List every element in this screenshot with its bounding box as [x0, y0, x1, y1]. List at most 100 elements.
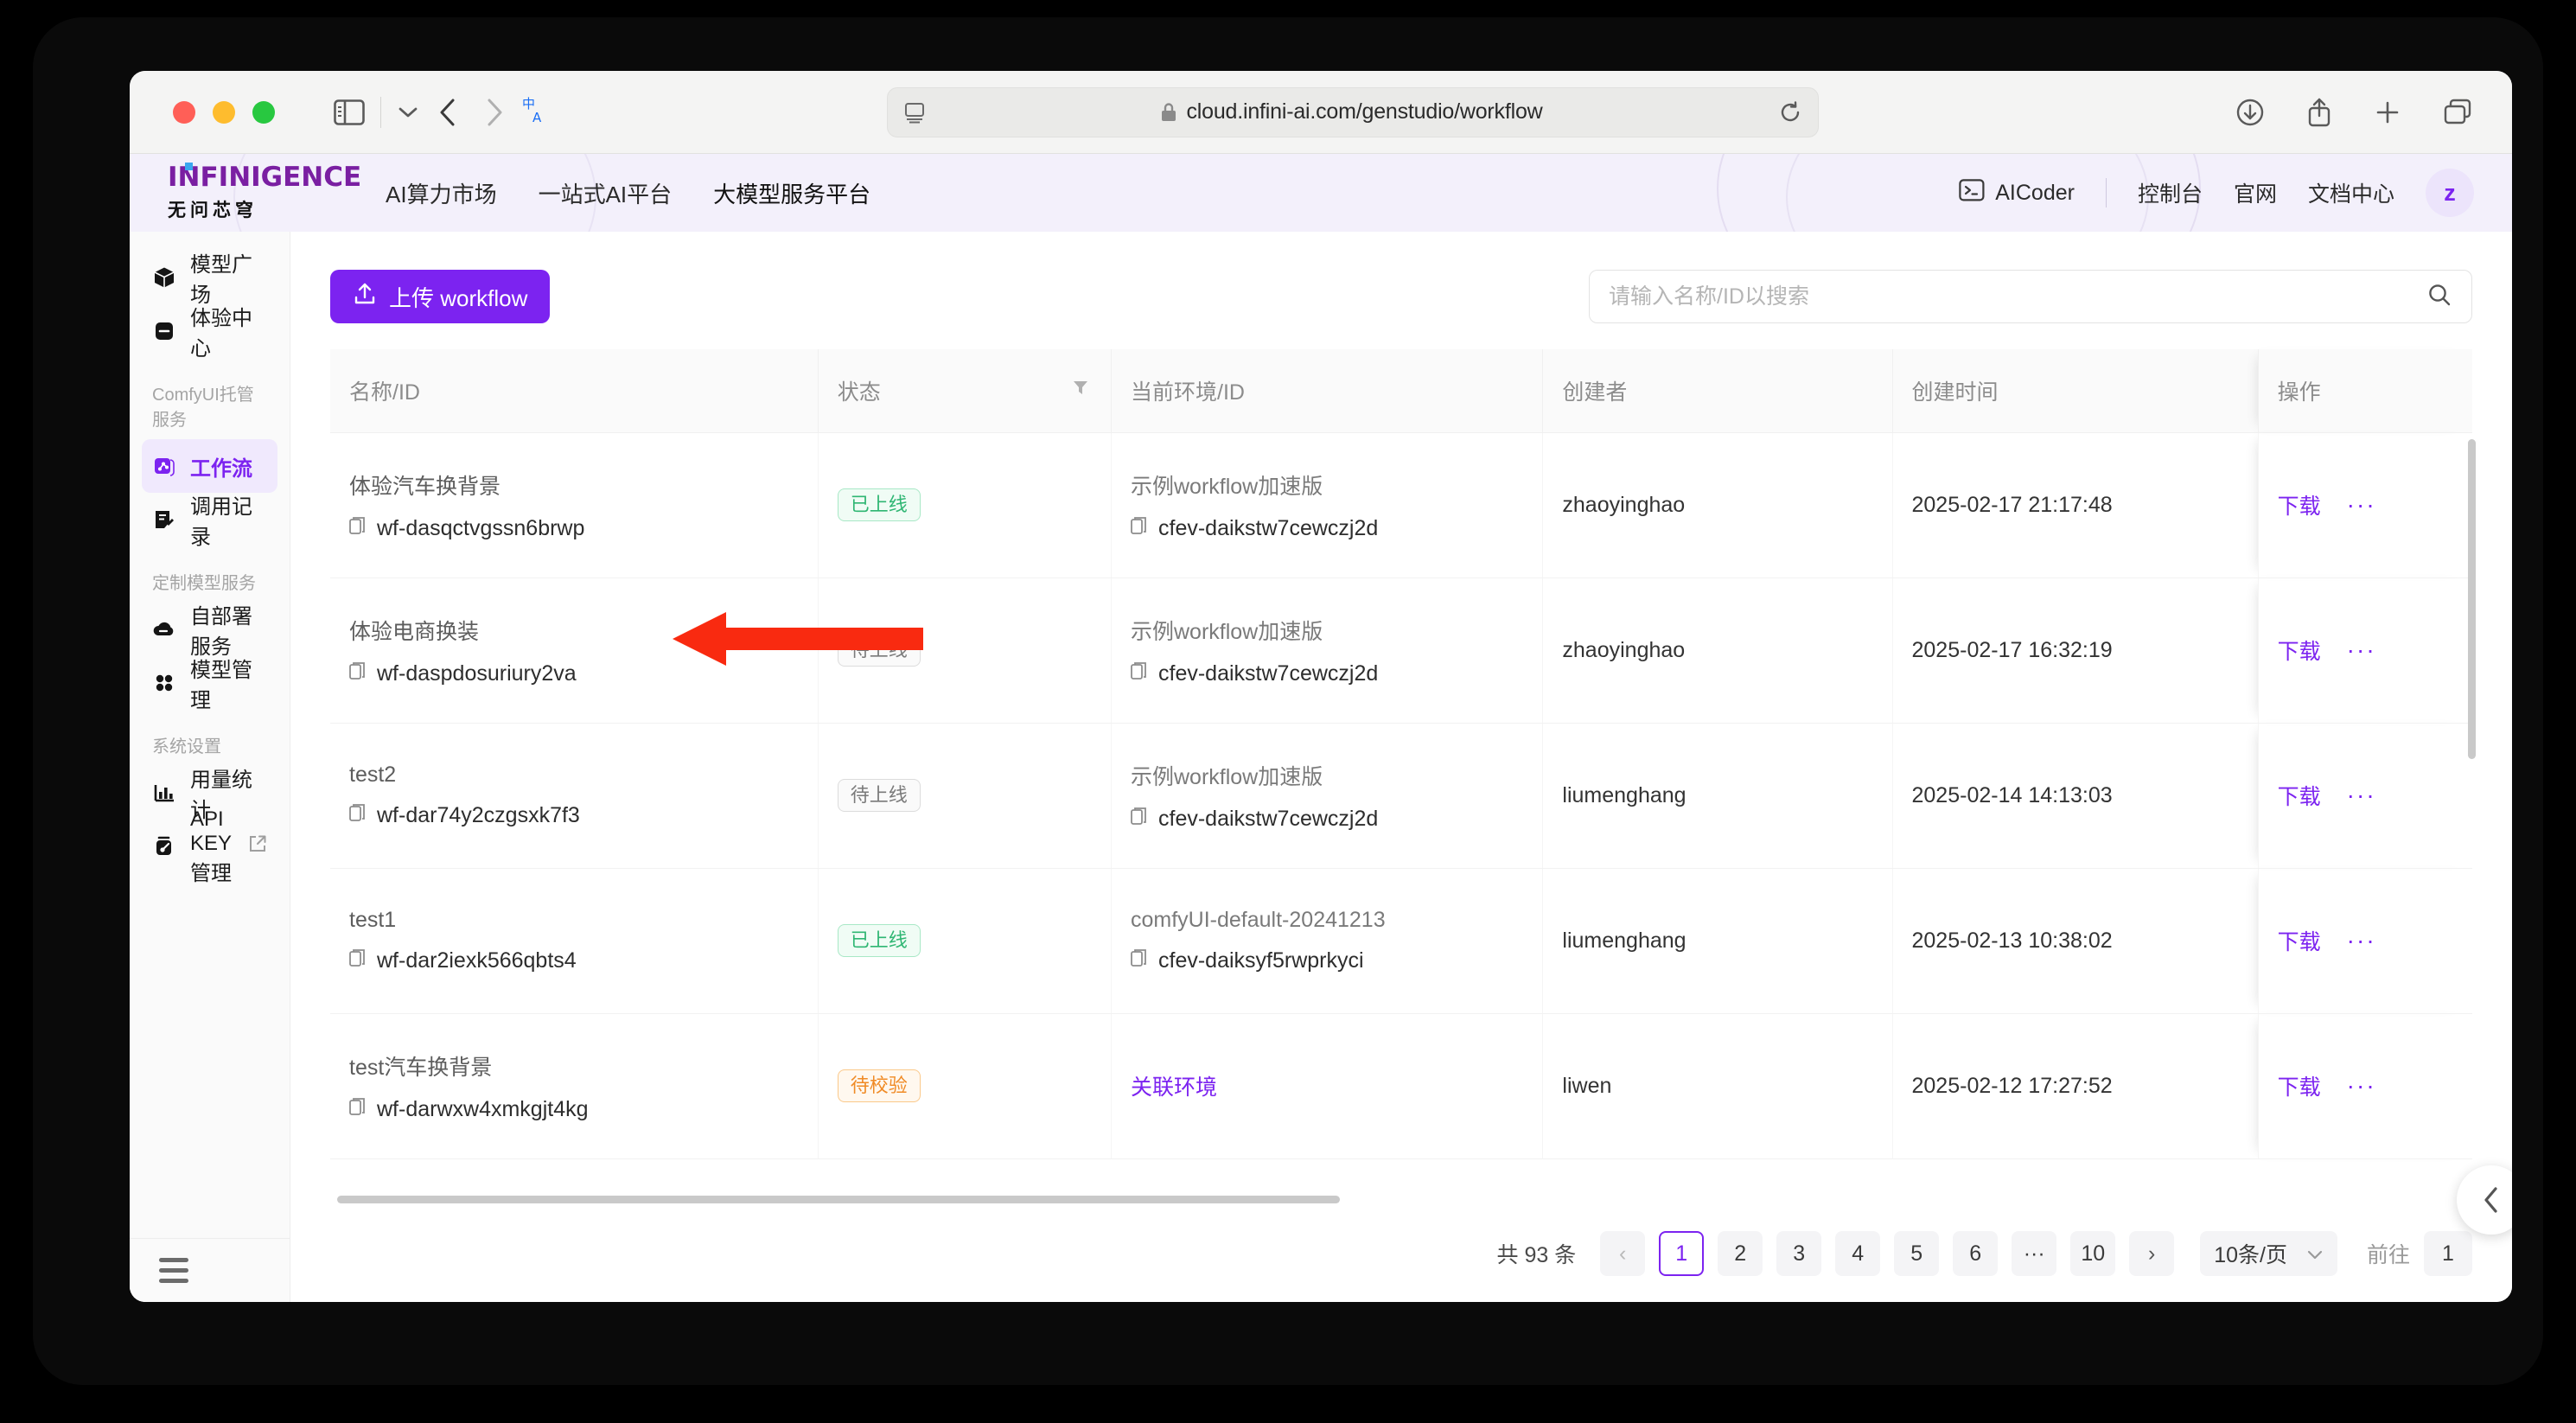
top-navigation: AI算力市场 一站式AI平台 大模型服务平台 [386, 169, 870, 218]
reader-view-icon[interactable] [903, 101, 926, 124]
copy-icon[interactable] [349, 803, 368, 828]
workflow-table-container: 名称/ID 状态 当前环境/ID 创建者 创建时间 操作 体验汽车换背景 wf-… [330, 349, 2476, 1209]
pagination-page-6[interactable]: 6 [1953, 1231, 1999, 1276]
brand-logo[interactable]: INFINIGENCE 无问芯穹 [168, 162, 361, 222]
nav-item-compute-market[interactable]: AI算力市场 [386, 169, 497, 218]
table-row[interactable]: test2 wf-dar74y2czgsxk7f3 待上线 示例workflow… [330, 723, 2472, 869]
copy-icon[interactable] [349, 516, 368, 541]
sidebar-item-call-records[interactable]: 调用记录 [142, 493, 277, 549]
workflow-name: 体验电商换装 [349, 619, 480, 644]
search-input[interactable] [1609, 284, 2426, 309]
sidebar-toggle-icon[interactable] [334, 99, 365, 125]
cell-creator: liumenghang [1542, 868, 1893, 1014]
minimize-window-button[interactable] [213, 100, 235, 124]
url-text-group: cloud.infini-ai.com/genstudio/workflow [926, 99, 1778, 124]
plus-icon[interactable] [2374, 99, 2401, 126]
pagination-page-3[interactable]: 3 [1776, 1231, 1822, 1276]
download-action[interactable]: 下载 [2278, 925, 2321, 956]
pagination-page-1[interactable]: 1 [1659, 1231, 1705, 1276]
cell-created-time: 2025-02-12 17:27:52 [1892, 1013, 2259, 1159]
more-actions-button[interactable]: ··· [2347, 782, 2376, 807]
nav-item-ai-platform[interactable]: 一站式AI平台 [539, 169, 673, 218]
sidebar-item-model-plaza[interactable]: 模型广场 [142, 251, 277, 307]
window-controls[interactable] [173, 100, 275, 124]
environment-name: 示例workflow加速版 [1131, 474, 1323, 499]
logo-accent-dot [185, 162, 193, 170]
chevron-down-icon [2306, 1241, 2324, 1267]
header-divider [2105, 178, 2107, 207]
download-action[interactable]: 下载 [2278, 489, 2321, 520]
back-arrow-icon[interactable] [438, 98, 457, 127]
maximize-window-button[interactable] [252, 100, 275, 124]
environment-name: 示例workflow加速版 [1131, 619, 1323, 644]
downloads-icon[interactable] [2235, 98, 2265, 127]
more-actions-button[interactable]: ··· [2347, 492, 2376, 516]
header-link-console[interactable]: 控制台 [2138, 177, 2203, 208]
horizontal-scrollbar[interactable] [337, 1196, 1340, 1203]
download-action[interactable]: 下载 [2278, 635, 2321, 666]
translate-icon[interactable]: 中A [521, 95, 551, 129]
download-action[interactable]: 下载 [2278, 1070, 2321, 1101]
associate-environment-link[interactable]: 关联环境 [1131, 1075, 1217, 1100]
copy-icon[interactable] [1131, 948, 1150, 973]
page-size-select[interactable]: 10条/页 [2200, 1231, 2337, 1276]
app-body: 模型广场 体验中心 ComfyUI托管服务 工作流 调用记录 定制模型服务 自部… [130, 232, 2512, 1302]
copy-icon[interactable] [1131, 516, 1150, 541]
reload-icon[interactable] [1778, 100, 1802, 124]
pagination-prev[interactable]: ‹ [1600, 1231, 1646, 1276]
table-row[interactable]: test1 wf-dar2iexk566qbts4 已上线 comfyUI-de… [330, 868, 2472, 1014]
workflow-table: 名称/ID 状态 当前环境/ID 创建者 创建时间 操作 体验汽车换背景 wf-… [330, 349, 2472, 1159]
tab-overview-icon[interactable] [2443, 99, 2472, 126]
cell-creator: liwen [1542, 1013, 1893, 1159]
forward-arrow-icon[interactable] [485, 98, 504, 127]
chevron-down-icon[interactable] [397, 105, 419, 120]
pagination-page-4[interactable]: 4 [1835, 1231, 1881, 1276]
nav-item-model-service-platform[interactable]: 大模型服务平台 [713, 169, 870, 218]
share-icon[interactable] [2306, 97, 2332, 128]
copy-icon[interactable] [1131, 807, 1150, 832]
copy-icon[interactable] [349, 948, 368, 973]
table-row[interactable]: 体验汽车换背景 wf-dasqctvgssn6brwp 已上线 示例workfl… [330, 432, 2472, 578]
cell-environment: 示例workflow加速版 cfev-daikstw7cewczj2d [1111, 432, 1544, 578]
pagination-ellipsis[interactable]: ··· [2012, 1231, 2057, 1276]
pagination-next[interactable]: › [2129, 1231, 2175, 1276]
vertical-scrollbar[interactable] [2468, 439, 2476, 759]
cell-name: test2 wf-dar74y2czgsxk7f3 [330, 723, 819, 869]
status-badge: 已上线 [837, 924, 921, 957]
sidebar-item-model-management[interactable]: 模型管理 [142, 656, 277, 712]
avatar[interactable]: z [2426, 169, 2474, 217]
hamburger-menu-icon[interactable] [159, 1258, 188, 1283]
more-actions-button[interactable]: ··· [2347, 637, 2376, 661]
sidebar-item-self-deploy[interactable]: 自部署服务 [142, 603, 277, 659]
pagination-page-2[interactable]: 2 [1718, 1231, 1763, 1276]
more-actions-button[interactable]: ··· [2347, 928, 2376, 952]
sidebar-item-api-key-management[interactable]: API KEY管理 [142, 807, 277, 885]
search-icon[interactable] [2426, 282, 2452, 312]
pagination-page-10[interactable]: 10 [2070, 1231, 2116, 1276]
search-box[interactable] [1589, 270, 2472, 323]
header-link-docs[interactable]: 文档中心 [2308, 177, 2394, 208]
goto-page-input[interactable] [2424, 1231, 2472, 1276]
cell-status: 已上线 [818, 432, 1113, 578]
upload-workflow-button[interactable]: 上传 workflow [330, 270, 551, 323]
header-actions: AICoder 控制台 官网 文档中心 z [1959, 169, 2474, 217]
pagination-page-5[interactable]: 5 [1894, 1231, 1940, 1276]
sidebar-item-workflow[interactable]: 工作流 [142, 439, 277, 493]
more-actions-button[interactable]: ··· [2347, 1073, 2376, 1097]
filter-icon[interactable] [1071, 378, 1090, 403]
app-header: INFINIGENCE 无问芯穹 AI算力市场 一站式AI平台 大模型服务平台 … [130, 154, 2512, 232]
copy-icon[interactable] [349, 1097, 368, 1122]
header-link-website[interactable]: 官网 [2234, 177, 2277, 208]
cell-status: 待上线 [818, 577, 1113, 724]
aicoder-button[interactable]: AICoder [1959, 178, 2075, 208]
close-window-button[interactable] [173, 100, 195, 124]
copy-icon[interactable] [349, 661, 368, 686]
table-row[interactable]: test汽车换背景 wf-darwxw4xmkgjt4kg 待校验 关联环境 l… [330, 1013, 2472, 1159]
download-action[interactable]: 下载 [2278, 780, 2321, 811]
sidebar-item-experience-center[interactable]: 体验中心 [142, 304, 277, 361]
copy-icon[interactable] [1131, 661, 1150, 686]
workflow-id: wf-darwxw4xmkgjt4kg [377, 1096, 589, 1121]
table-row[interactable]: 体验电商换装 wf-daspdosuriury2va 待上线 示例workflo… [330, 577, 2472, 724]
cell-name: 体验电商换装 wf-daspdosuriury2va [330, 577, 819, 724]
address-bar[interactable]: cloud.infini-ai.com/genstudio/workflow [886, 86, 1819, 137]
